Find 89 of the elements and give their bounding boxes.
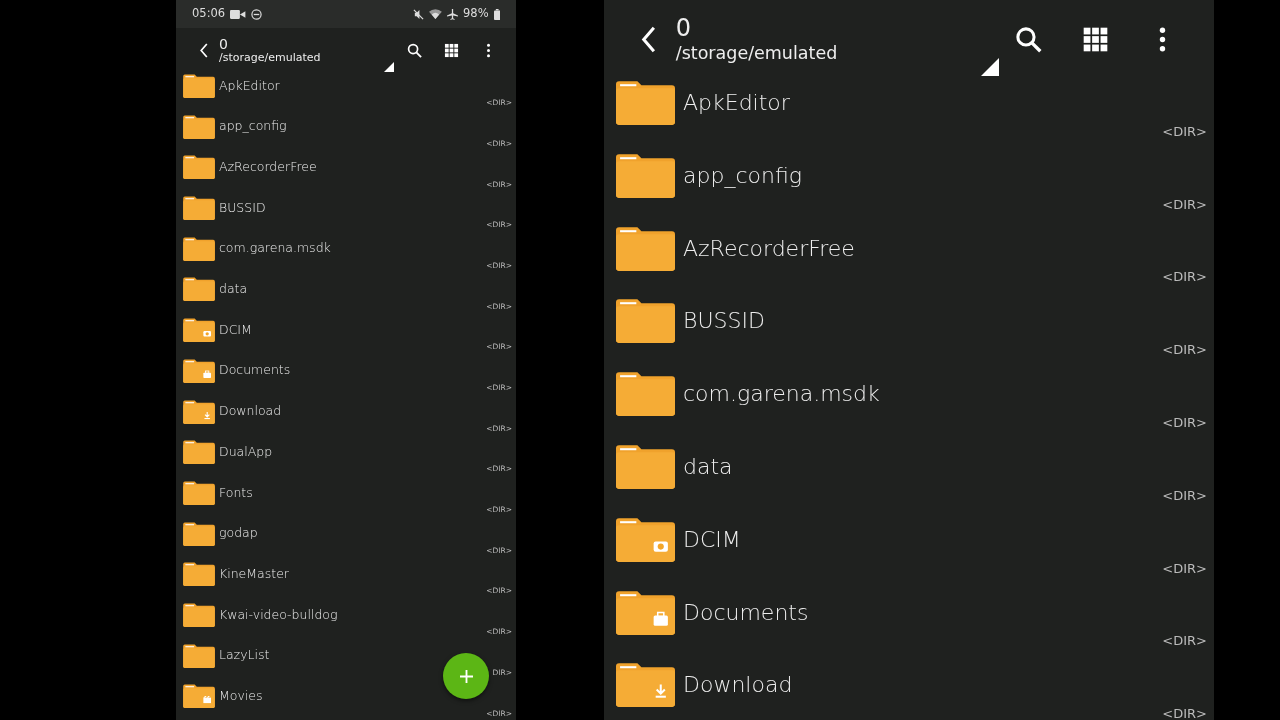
folder-path: /storage/emulated: [675, 42, 838, 63]
folder-camera-icon: [616, 516, 675, 562]
folder-name: BUSSID: [219, 198, 266, 217]
dir-label: <DIR>: [1162, 488, 1207, 505]
folder-name: Movies: [219, 686, 263, 705]
battery-level: 98%: [463, 5, 489, 23]
folder-row[interactable]: Download <DIR>: [604, 660, 1214, 720]
dropdown-corner-icon[interactable]: [384, 62, 394, 72]
folder-name: Documents: [683, 598, 809, 627]
folder-icon: [183, 196, 215, 221]
folder-row[interactable]: app_config <DIR>: [604, 150, 1214, 224]
video-camera-icon: [230, 8, 246, 20]
folder-name: KineMaster: [219, 564, 289, 583]
search-icon[interactable]: [1015, 25, 1042, 53]
folder-row[interactable]: Documents <DIR>: [604, 587, 1214, 661]
folder-name: data: [683, 453, 733, 481]
folder-row[interactable]: AzRecorderFree <DIR>: [604, 223, 1214, 297]
folder-icon: [183, 643, 215, 668]
folder-row[interactable]: data <DIR>: [604, 442, 1214, 515]
folder-icon: [183, 562, 215, 587]
folder-name: AzRecorderFree: [683, 234, 855, 263]
folder-name: ApkEditor: [683, 89, 790, 117]
folder-briefcase-icon: [183, 358, 215, 383]
folder-name: DualApp: [219, 442, 273, 461]
folder-icon: [183, 440, 215, 465]
folder-icon: [616, 152, 675, 198]
dropdown-corner-icon[interactable]: [981, 58, 999, 76]
folder-icon: [183, 521, 215, 546]
folder-icon: [183, 74, 215, 98]
folder-icon: [183, 277, 215, 302]
folder-name: com.garena.msdk: [683, 380, 880, 409]
folder-name: Download: [683, 671, 793, 700]
dir-label: <DIR>: [1162, 124, 1207, 141]
folder-name: app_config: [683, 161, 802, 190]
folder-title: 0: [219, 35, 229, 52]
back-icon[interactable]: [198, 42, 210, 58]
folder-download-icon: [616, 662, 675, 708]
folder-icon: [183, 155, 215, 180]
dir-label: <DIR>: [1162, 561, 1207, 578]
folder-title: 0: [675, 15, 693, 43]
folder-name: Kwai-video-bulldog: [219, 605, 338, 624]
folder-camera-icon: [183, 318, 215, 343]
dir-label: <DIR>: [1162, 707, 1207, 720]
folder-name: app_config: [219, 117, 287, 136]
folder-icon: [183, 236, 215, 261]
mute-icon: [413, 8, 425, 20]
folder-name: Download: [219, 402, 282, 421]
folder-film-icon: [183, 684, 215, 709]
folder-row[interactable]: com.garena.msdk <DIR>: [604, 369, 1214, 442]
grid-view-icon[interactable]: [1082, 25, 1109, 53]
do-not-disturb-icon: [250, 8, 262, 20]
dir-label: <DIR>: [1162, 270, 1207, 287]
status-time: 05:06: [192, 5, 226, 23]
folder-icon: [616, 298, 675, 344]
folder-icon: [616, 444, 675, 489]
add-button[interactable]: [443, 653, 489, 699]
folder-briefcase-icon: [616, 589, 675, 635]
folder-name: DCIM: [683, 525, 741, 554]
folder-name: BUSSID: [683, 307, 765, 336]
folder-path: /storage/emulated: [219, 51, 321, 65]
folder-name: LazyList: [219, 646, 270, 665]
search-icon[interactable]: [407, 42, 422, 58]
plus-icon: [459, 669, 473, 683]
folder-row[interactable]: DCIM <DIR>: [604, 514, 1214, 588]
wifi-icon: [429, 8, 443, 20]
dir-label: <DIR>: [1162, 343, 1207, 360]
folder-icon: [616, 371, 675, 417]
folder-icon: [183, 114, 215, 139]
dir-label: <DIR>: [1162, 416, 1207, 432]
folder-name: com.garena.msdk: [219, 239, 331, 258]
dir-label: <DIR>: [1162, 197, 1207, 214]
folder-name: data: [219, 280, 248, 299]
battery-icon: [493, 8, 500, 20]
grid-view-icon[interactable]: [444, 42, 459, 58]
folder-icon: [183, 480, 215, 505]
folder-name: DCIM: [219, 320, 252, 339]
folder-name: Documents: [219, 361, 291, 380]
folder-name: godap: [219, 524, 258, 543]
airplane-icon: [447, 8, 459, 20]
dir-label: <DIR>: [1162, 634, 1207, 651]
folder-name: Fonts: [219, 483, 253, 502]
folder-name: AzRecorderFree: [219, 158, 317, 176]
folder-icon: [616, 225, 675, 271]
folder-icon: [616, 80, 675, 125]
folder-icon: [183, 602, 215, 627]
folder-row[interactable]: ApkEditor <DIR>: [604, 78, 1214, 151]
folder-name: ApkEditor: [219, 76, 280, 95]
folder-download-icon: [183, 399, 215, 424]
folder-row[interactable]: BUSSID <DIR>: [604, 296, 1214, 370]
